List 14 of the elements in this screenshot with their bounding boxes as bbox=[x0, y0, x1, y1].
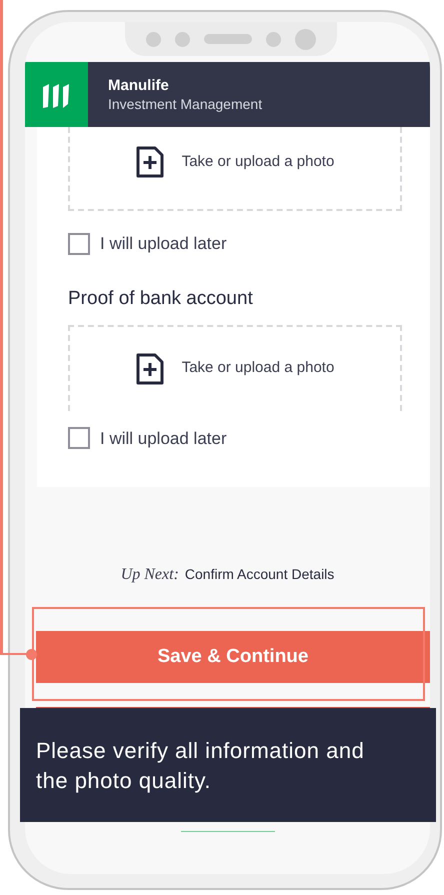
up-next-step: Confirm Account Details bbox=[184, 564, 334, 585]
up-next-label: Up Next: bbox=[120, 565, 179, 585]
section-title: Proof of bank account bbox=[68, 286, 254, 310]
brand-name: Manulife bbox=[108, 76, 170, 95]
checkbox[interactable] bbox=[68, 427, 90, 450]
upload-area[interactable]: Take or upload a photo bbox=[68, 324, 402, 410]
checkbox-label: I will upload later bbox=[100, 233, 227, 255]
brand-subtitle: Investment Management bbox=[108, 95, 262, 113]
checkbox-label: I will upload later bbox=[100, 428, 227, 450]
upload-area[interactable]: Take or upload a photo bbox=[68, 127, 402, 211]
tooltip: Please verify all information and the photo quality. bbox=[20, 708, 436, 822]
document-plus-icon bbox=[136, 352, 164, 384]
document-plus-icon bbox=[136, 146, 164, 178]
checkbox[interactable] bbox=[68, 232, 90, 255]
